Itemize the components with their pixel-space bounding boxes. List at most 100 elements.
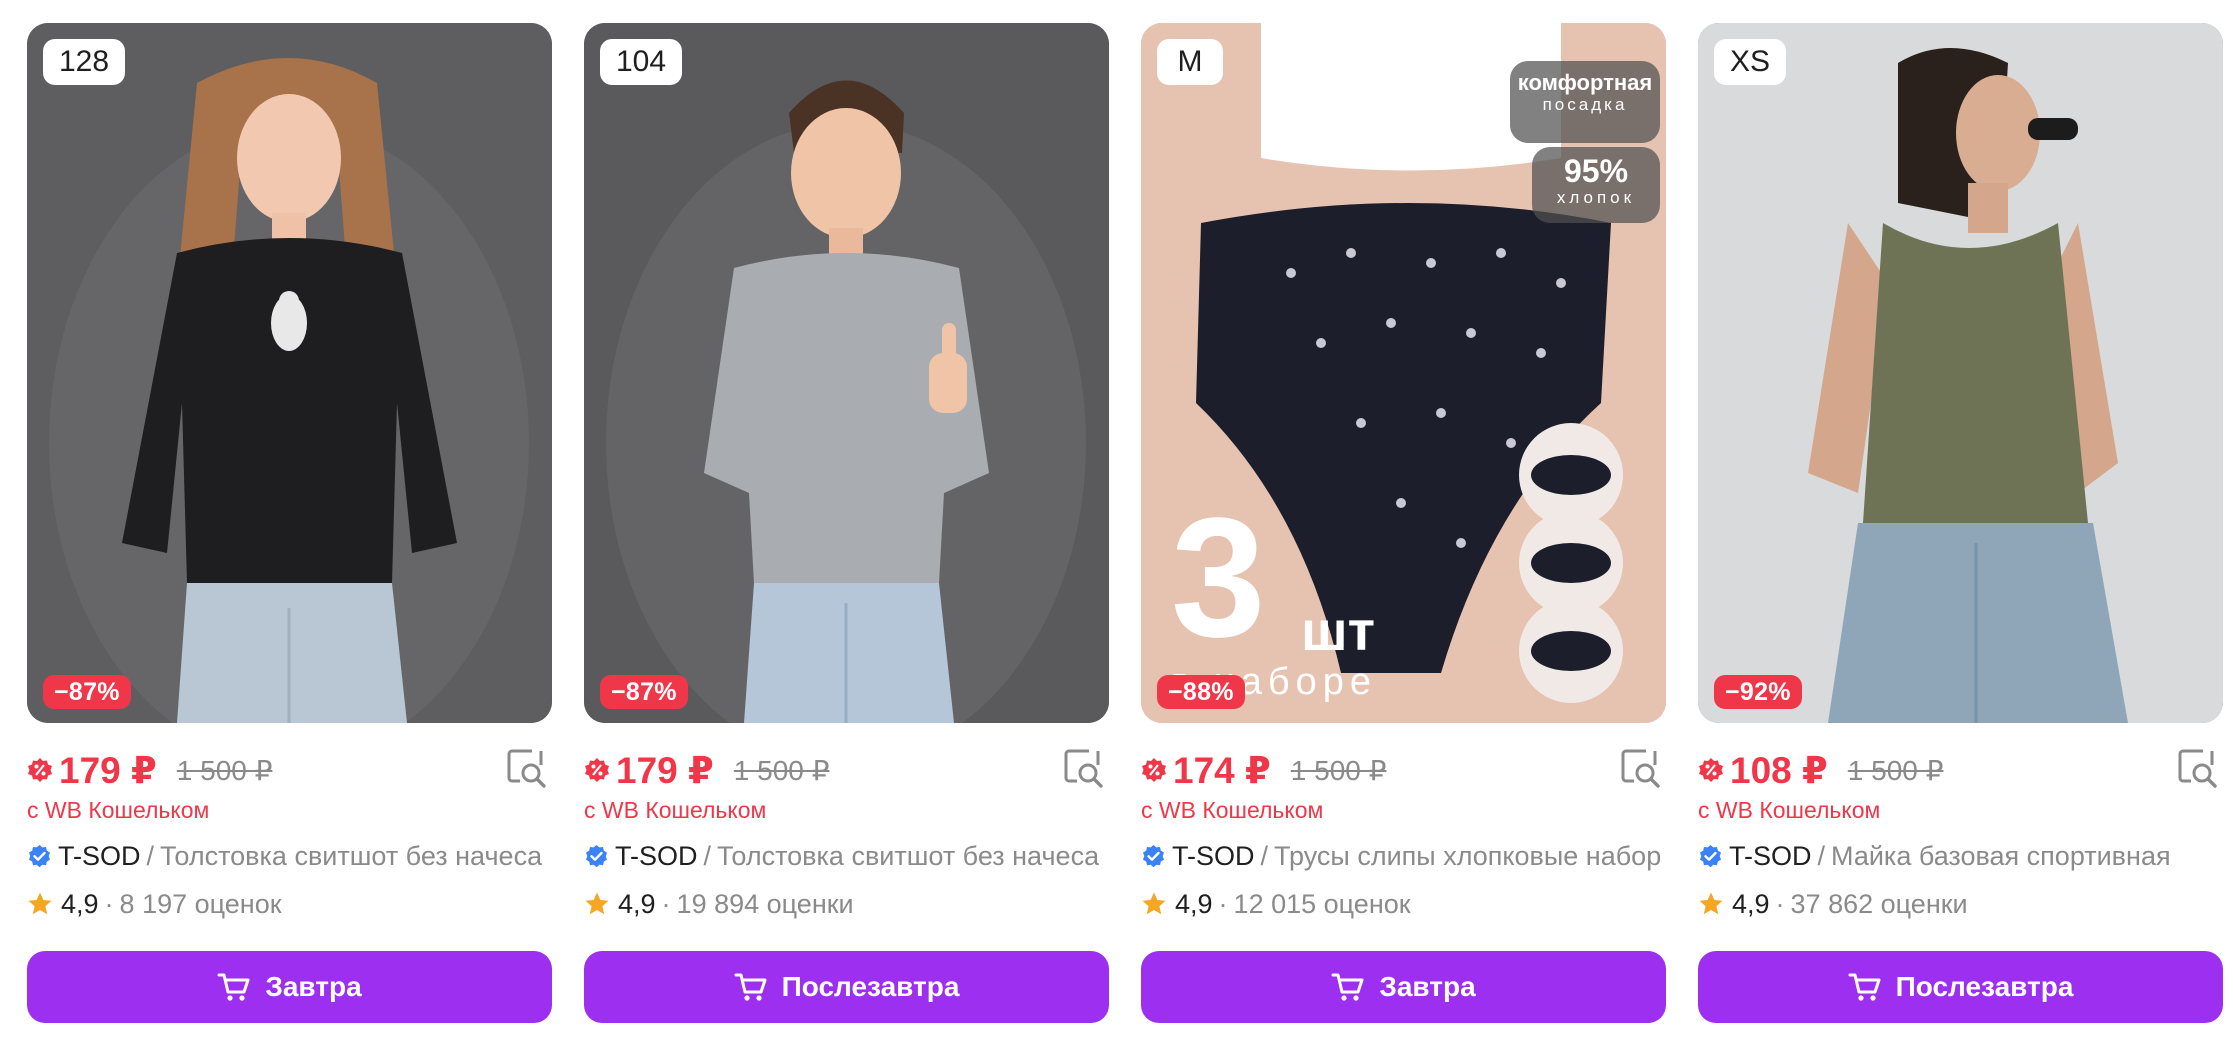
rating-row: 4,9 · 12 015 оценок [1141,887,1666,921]
rating-row: 4,9 · 37 862 оценки [1698,887,2223,921]
fit-line-2: посадка [1542,95,1628,115]
price-row: 179 ₽ 1 500 ₽ [584,749,1109,791]
add-to-cart-button[interactable]: Послезавтра [584,951,1109,1023]
rating-separator: · [104,888,114,919]
product-name: Толстовка свитшот без начеса [160,840,543,871]
size-badge: M [1157,39,1223,85]
product-title[interactable]: T-SOD / Майка базовая спортивная [1698,839,2223,873]
wallet-discount-icon [28,758,52,782]
discount-badge: −88% [1157,675,1245,709]
rating-separator: · [1775,888,1785,919]
product-grid: 128 −87% 179 ₽ 1 500 ₽ с WB Кошельком T-… [27,23,2223,1023]
add-to-cart-button[interactable]: Завтра [1141,951,1666,1023]
product-title[interactable]: T-SOD / Толстовка свитшот без начеса [584,839,1109,873]
wallet-discount-icon [1699,758,1723,782]
rating-row: 4,9 · 19 894 оценки [584,887,1109,921]
current-price: 108 ₽ [1730,749,1828,791]
product-image [584,23,1109,723]
product-card[interactable]: 104 −87% 179 ₽ 1 500 ₽ с WB Кошельком T-… [584,23,1109,1023]
star-icon [585,892,609,915]
cart-icon [734,973,767,1001]
rating-separator: · [661,888,671,919]
product-card[interactable]: комфортная посадка 95% хлопок 3 шт в наб… [1141,23,1666,1023]
find-similar-icon[interactable] [1061,745,1105,789]
delivery-label: Послезавтра [781,971,960,1002]
discount-badge: −87% [43,675,131,709]
discount-badge: −92% [1714,675,1802,709]
product-card[interactable]: 128 −87% 179 ₽ 1 500 ₽ с WB Кошельком T-… [27,23,552,1023]
product-photo[interactable]: комфортная посадка 95% хлопок 3 шт в наб… [1141,23,1666,723]
add-to-cart-button[interactable]: Послезавтра [1698,951,2223,1023]
wallet-discount-icon [1142,758,1166,782]
rating-value: 4,9 [1732,888,1770,919]
star-icon [1699,892,1723,915]
product-name: Майка базовая спортивная [1831,840,2171,871]
product-title[interactable]: T-SOD / Толстовка свитшот без начеса [27,839,552,873]
cotton-word: хлопок [1556,187,1636,207]
wallet-note: с WB Кошельком [1698,797,1881,823]
star-icon [1142,892,1166,915]
product-name: Толстовка свитшот без начеса [717,840,1100,871]
product-photo[interactable]: 104 −87% [584,23,1109,723]
product-title[interactable]: T-SOD / Трусы слипы хлопковые набор [1141,839,1666,873]
title-separator: / [1817,840,1826,871]
reviews-count: 12 015 оценок [1233,888,1411,919]
product-image [1698,23,2223,723]
product-card[interactable]: XS −92% 108 ₽ 1 500 ₽ с WB Кошельком T-S… [1698,23,2223,1023]
current-price: 174 ₽ [1173,749,1271,791]
discount-label: −87% [54,677,120,706]
cotton-promo-tag: 95% хлопок [1532,147,1660,223]
cart-icon [1848,973,1881,1001]
old-price: 1 500 ₽ [1847,754,1944,786]
discount-label: −88% [1168,677,1234,706]
cart-icon [1331,973,1364,1001]
reviews-count: 19 894 оценки [676,888,854,919]
price-row: 174 ₽ 1 500 ₽ [1141,749,1666,791]
set-count: 3 [1171,483,1266,673]
verified-check-icon [1700,844,1721,867]
add-to-cart-button[interactable]: Завтра [27,951,552,1023]
reviews-count: 37 862 оценки [1790,888,1968,919]
discount-label: −87% [611,677,677,706]
title-separator: / [1260,840,1269,871]
wallet-note: с WB Кошельком [1141,797,1324,823]
find-similar-icon[interactable] [1618,745,1662,789]
cart-icon [217,973,250,1001]
brand-name: T-SOD [1729,840,1812,871]
product-photo[interactable]: XS −92% [1698,23,2223,723]
delivery-label: Послезавтра [1895,971,2074,1002]
size-label: XS [1730,45,1771,78]
rating-value: 4,9 [618,888,656,919]
old-price: 1 500 ₽ [1290,754,1387,786]
current-price: 179 ₽ [616,749,714,791]
brand-name: T-SOD [615,840,698,871]
wallet-note: с WB Кошельком [27,797,210,823]
size-badge: XS [1714,39,1787,85]
set-count-unit: шт [1301,599,1376,662]
fit-line-1: комфортная [1517,70,1653,95]
star-icon [28,892,52,915]
rating-value: 4,9 [1175,888,1213,919]
cotton-percent: 95% [1563,153,1629,189]
size-badge: 104 [600,39,683,85]
verified-check-icon [586,844,607,867]
rating-value: 4,9 [61,888,99,919]
old-price: 1 500 ₽ [733,754,830,786]
size-badge: 128 [43,39,126,85]
verified-check-icon [1143,844,1164,867]
delivery-label: Завтра [1379,971,1476,1002]
current-price: 179 ₽ [59,749,157,791]
product-image [27,23,552,723]
product-name: Трусы слипы хлопковые набор [1274,840,1662,871]
product-photo[interactable]: 128 −87% [27,23,552,723]
discount-label: −92% [1725,677,1791,706]
find-similar-icon[interactable] [2175,745,2219,789]
rating-separator: · [1218,888,1228,919]
price-row: 179 ₽ 1 500 ₽ [27,749,552,791]
verified-check-icon [29,844,50,867]
title-separator: / [146,840,155,871]
fit-promo-tag: комфортная посадка [1510,61,1660,143]
find-similar-icon[interactable] [504,745,548,789]
size-label: M [1177,45,1203,78]
brand-name: T-SOD [1172,840,1255,871]
